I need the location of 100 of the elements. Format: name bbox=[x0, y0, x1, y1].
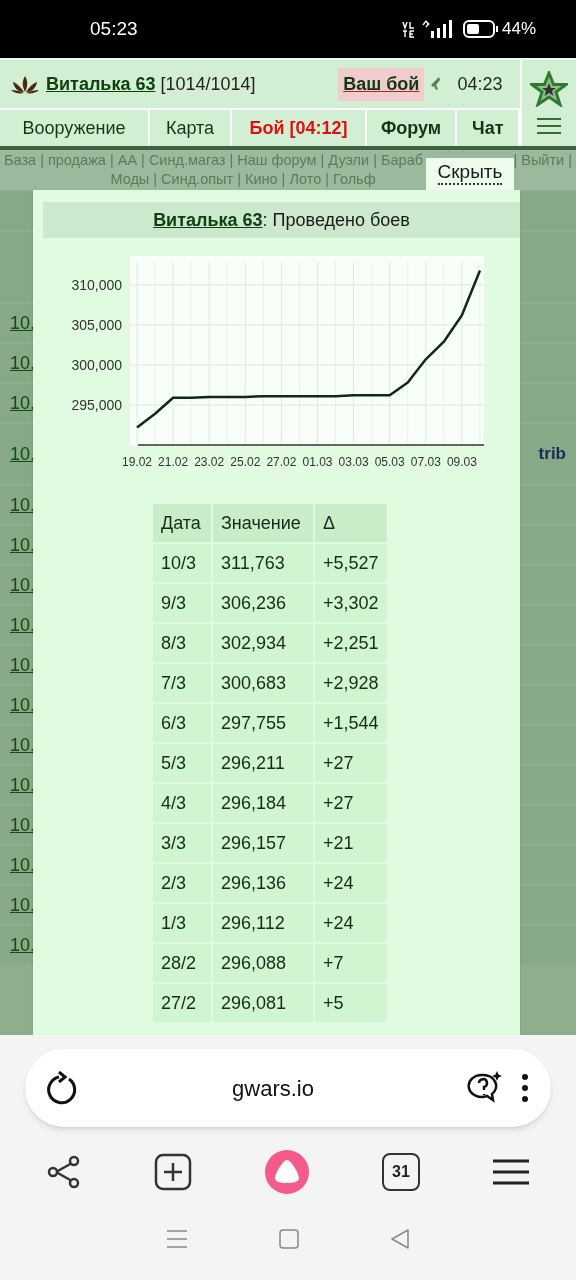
nav-tab[interactable]: Бой [04:12] bbox=[232, 110, 367, 146]
site-links[interactable]: | Выйти | bbox=[513, 151, 572, 170]
table-cell: 296,184 bbox=[213, 784, 313, 822]
table-cell: 297,755 bbox=[213, 704, 313, 742]
reload-icon[interactable] bbox=[47, 1071, 79, 1105]
y-tick-label: 300,000 bbox=[71, 356, 122, 373]
table-cell: 296,112 bbox=[213, 904, 313, 942]
x-tick-label: 01.03 bbox=[302, 455, 333, 469]
table-cell: 2/3 bbox=[153, 864, 211, 902]
table-cell: 296,211 bbox=[213, 744, 313, 782]
table-cell: 9/3 bbox=[153, 584, 211, 622]
signal-icon bbox=[420, 19, 453, 39]
table-cell: 296,088 bbox=[213, 944, 313, 982]
row-link[interactable]: 10. bbox=[10, 491, 36, 519]
your-battle-link[interactable]: Ваш бой bbox=[338, 67, 425, 101]
table-cell: 7/3 bbox=[153, 664, 211, 702]
y-tick-label: 305,000 bbox=[71, 316, 122, 333]
timer: 04:23 bbox=[457, 72, 503, 96]
battery-level: 44% bbox=[501, 18, 536, 41]
table-cell: +27 bbox=[315, 784, 387, 822]
x-tick-label: 07.03 bbox=[410, 455, 441, 469]
table-cell: 311,763 bbox=[213, 544, 313, 582]
table-cell: 27/2 bbox=[153, 984, 211, 1022]
x-tick-label: 21.02 bbox=[158, 455, 189, 469]
table-cell: +1,544 bbox=[315, 704, 387, 742]
row-link[interactable]: 10. bbox=[10, 851, 36, 879]
y-tick-label: 295,000 bbox=[71, 396, 122, 413]
row-text: trib bbox=[538, 443, 566, 466]
table-cell: 1/3 bbox=[153, 904, 211, 942]
table-cell: 10/3 bbox=[153, 544, 211, 582]
x-tick-label: 03.03 bbox=[338, 455, 369, 469]
row-link[interactable]: 10. bbox=[10, 309, 36, 337]
back-icon[interactable] bbox=[390, 1229, 411, 1249]
table-cell: +3,302 bbox=[315, 584, 387, 622]
table-cell: 3/3 bbox=[153, 824, 211, 862]
table-cell: +27 bbox=[315, 744, 387, 782]
table-cell: +21 bbox=[315, 824, 387, 862]
row-link[interactable]: 10. bbox=[10, 771, 36, 799]
table-cell: 4/3 bbox=[153, 784, 211, 822]
table-cell: 28/2 bbox=[153, 944, 211, 982]
y-tick-label: 310,000 bbox=[71, 276, 122, 293]
row-link[interactable]: 10. bbox=[10, 531, 36, 559]
tabs-count-button[interactable]: 31 bbox=[382, 1153, 420, 1191]
player-name-link[interactable]: Виталька 63 bbox=[153, 209, 263, 230]
url-text: gwars.io bbox=[231, 1074, 315, 1103]
volte-icon bbox=[400, 19, 417, 39]
hp-text: [1014/1014] bbox=[160, 72, 256, 96]
table-cell: 296,136 bbox=[213, 864, 313, 902]
table-cell: 300,683 bbox=[213, 664, 313, 702]
nav-tab[interactable]: Чат bbox=[457, 110, 521, 146]
table-cell: +7 bbox=[315, 944, 387, 982]
menu-icon[interactable] bbox=[492, 1158, 530, 1186]
x-tick-label: 05.03 bbox=[374, 455, 405, 469]
row-link[interactable]: 10. bbox=[10, 651, 36, 679]
x-tick-label: 23.02 bbox=[194, 455, 225, 469]
table-cell: +5,527 bbox=[315, 544, 387, 582]
player-name-link[interactable]: Виталька 63 bbox=[46, 70, 156, 98]
nav-tab[interactable]: Карта bbox=[150, 110, 232, 146]
battery-icon bbox=[462, 19, 499, 39]
table-cell: +24 bbox=[315, 864, 387, 902]
table-cell: 302,934 bbox=[213, 624, 313, 662]
table-cell: +2,928 bbox=[315, 664, 387, 702]
more-icon[interactable] bbox=[521, 1073, 529, 1103]
table-cell: +5 bbox=[315, 984, 387, 1022]
column-header: Значение bbox=[213, 504, 313, 542]
site-links[interactable]: Моды | Синд.опыт | Кино | Лото | Гольф bbox=[110, 171, 376, 187]
table-cell: 5/3 bbox=[153, 744, 211, 782]
column-header: Дата bbox=[153, 504, 211, 542]
x-tick-label: 09.03 bbox=[446, 455, 477, 469]
x-tick-label: 27.02 bbox=[266, 455, 297, 469]
table-cell: 6/3 bbox=[153, 704, 211, 742]
row-link[interactable]: 10. bbox=[10, 931, 36, 959]
row-link[interactable]: 10. bbox=[10, 571, 36, 599]
lotus-icon bbox=[10, 74, 40, 94]
site-links[interactable]: База | продажа | АА | Синд.магаз | Наш форум | Дуэли | Бараб bbox=[4, 151, 423, 170]
clock: 05:23 bbox=[90, 16, 138, 41]
table-cell: +24 bbox=[315, 904, 387, 942]
hide-button[interactable]: Скрыть bbox=[426, 158, 514, 190]
assistant-icon[interactable] bbox=[264, 1149, 310, 1195]
row-link[interactable]: 10. bbox=[10, 691, 36, 719]
home-icon[interactable] bbox=[279, 1229, 299, 1249]
row-link[interactable]: 10. bbox=[10, 891, 36, 919]
star-icon[interactable] bbox=[530, 71, 569, 107]
nav-tab[interactable]: Вооружение bbox=[0, 110, 150, 146]
table-cell: 306,236 bbox=[213, 584, 313, 622]
share-icon[interactable] bbox=[46, 1154, 82, 1190]
row-link[interactable]: 10. bbox=[10, 389, 36, 417]
row-link[interactable]: 10. bbox=[10, 349, 36, 377]
row-link[interactable]: 10. bbox=[10, 731, 36, 759]
table-cell: +2,251 bbox=[315, 624, 387, 662]
popup-title: Виталька 63: Проведено боев bbox=[153, 208, 410, 232]
x-tick-label: 19.02 bbox=[122, 455, 152, 469]
address-bar[interactable]: gwars.io bbox=[25, 1049, 551, 1127]
nav-tab[interactable]: Форум bbox=[367, 110, 457, 146]
new-tab-icon[interactable] bbox=[154, 1153, 192, 1191]
table-cell: 296,081 bbox=[213, 984, 313, 1022]
row-link[interactable]: 10. bbox=[10, 611, 36, 639]
table-cell: 8/3 bbox=[153, 624, 211, 662]
row-link[interactable]: 10. bbox=[10, 440, 36, 468]
row-link[interactable]: 10. bbox=[10, 811, 36, 839]
